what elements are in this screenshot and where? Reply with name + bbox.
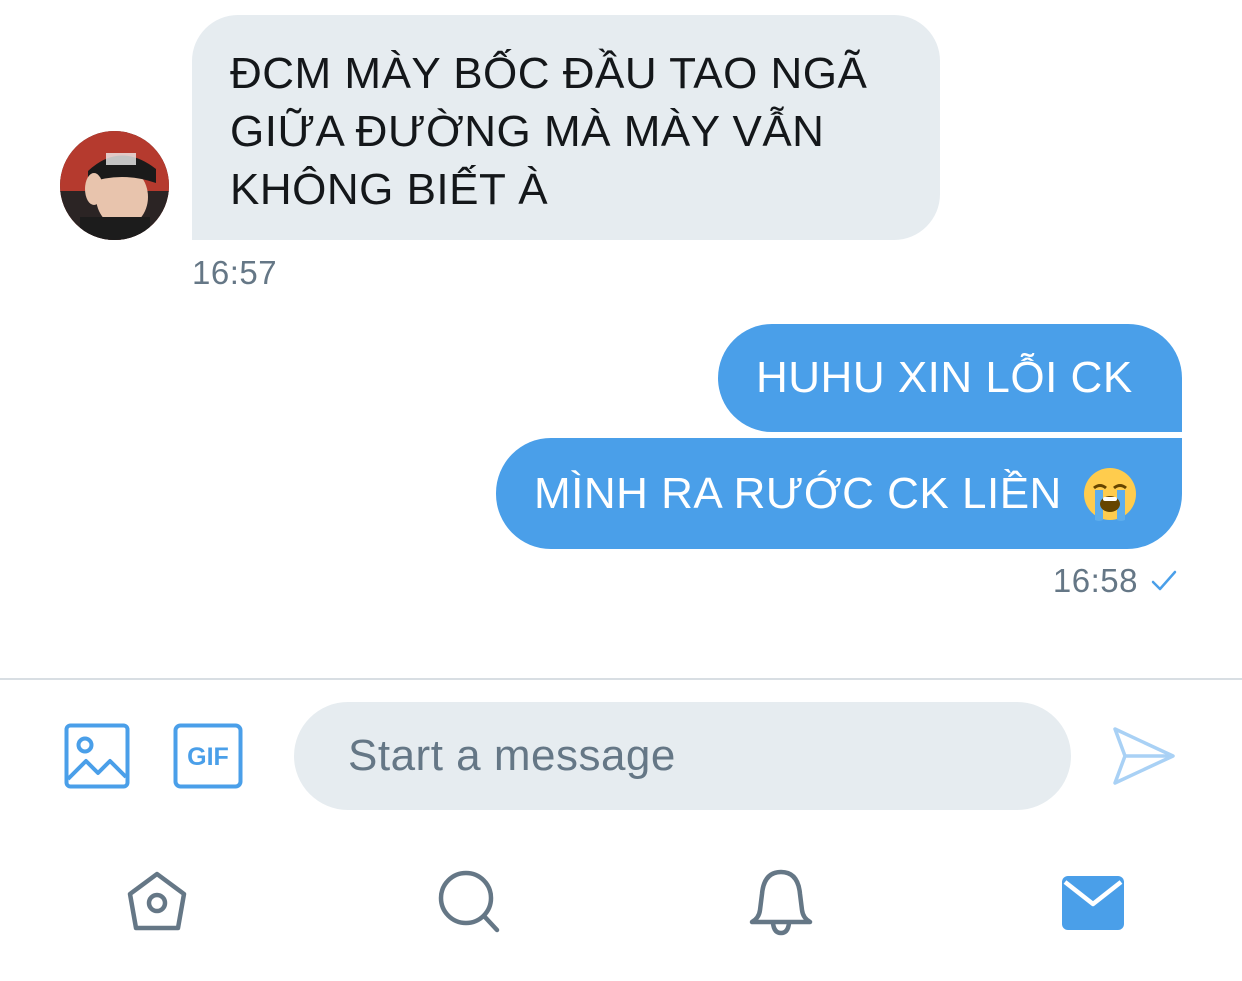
outgoing-timestamp-row: 16:58 xyxy=(1053,562,1178,600)
incoming-message-line: KHÔNG BIẾT À xyxy=(230,165,549,214)
incoming-message-bubble[interactable]: ĐCM MÀY BỐC ĐẦU TAO NGÃ GIỮA ĐƯỜNG MÀ MÀ… xyxy=(192,15,940,240)
incoming-timestamp: 16:57 xyxy=(192,254,278,291)
outgoing-message-text: MÌNH RA RƯỚC CK LIỀN xyxy=(534,468,1062,518)
outgoing-message-bubble[interactable]: HUHU XIN LỖI CK xyxy=(718,324,1182,432)
outgoing-message-text: HUHU XIN LỖI CK xyxy=(756,353,1133,402)
search-icon[interactable] xyxy=(436,866,502,936)
messages-icon[interactable] xyxy=(1060,866,1126,936)
message-input[interactable] xyxy=(294,702,1071,810)
image-icon[interactable] xyxy=(64,723,130,794)
outgoing-timestamp: 16:58 xyxy=(1052,562,1138,599)
composer-divider xyxy=(0,678,1242,680)
incoming-message-line: GIỮA ĐƯỜNG MÀ MÀY VẪN xyxy=(230,107,825,156)
notifications-icon[interactable] xyxy=(748,866,814,938)
gif-label: GIF xyxy=(187,743,229,771)
checkmark-icon xyxy=(1150,569,1178,593)
loudly-crying-face-icon xyxy=(1082,466,1138,522)
dm-conversation-screen: ĐCM MÀY BỐC ĐẦU TAO NGÃ GIỮA ĐƯỜNG MÀ MÀ… xyxy=(0,0,1242,981)
avatar[interactable] xyxy=(60,131,169,240)
outgoing-message-bubble[interactable]: MÌNH RA RƯỚC CK LIỀN xyxy=(496,438,1182,549)
incoming-message-line: ĐCM MÀY BỐC ĐẦU TAO NGÃ xyxy=(230,49,868,98)
send-icon[interactable] xyxy=(1112,725,1176,792)
home-icon[interactable] xyxy=(122,866,192,936)
gif-icon[interactable]: GIF xyxy=(173,723,243,794)
